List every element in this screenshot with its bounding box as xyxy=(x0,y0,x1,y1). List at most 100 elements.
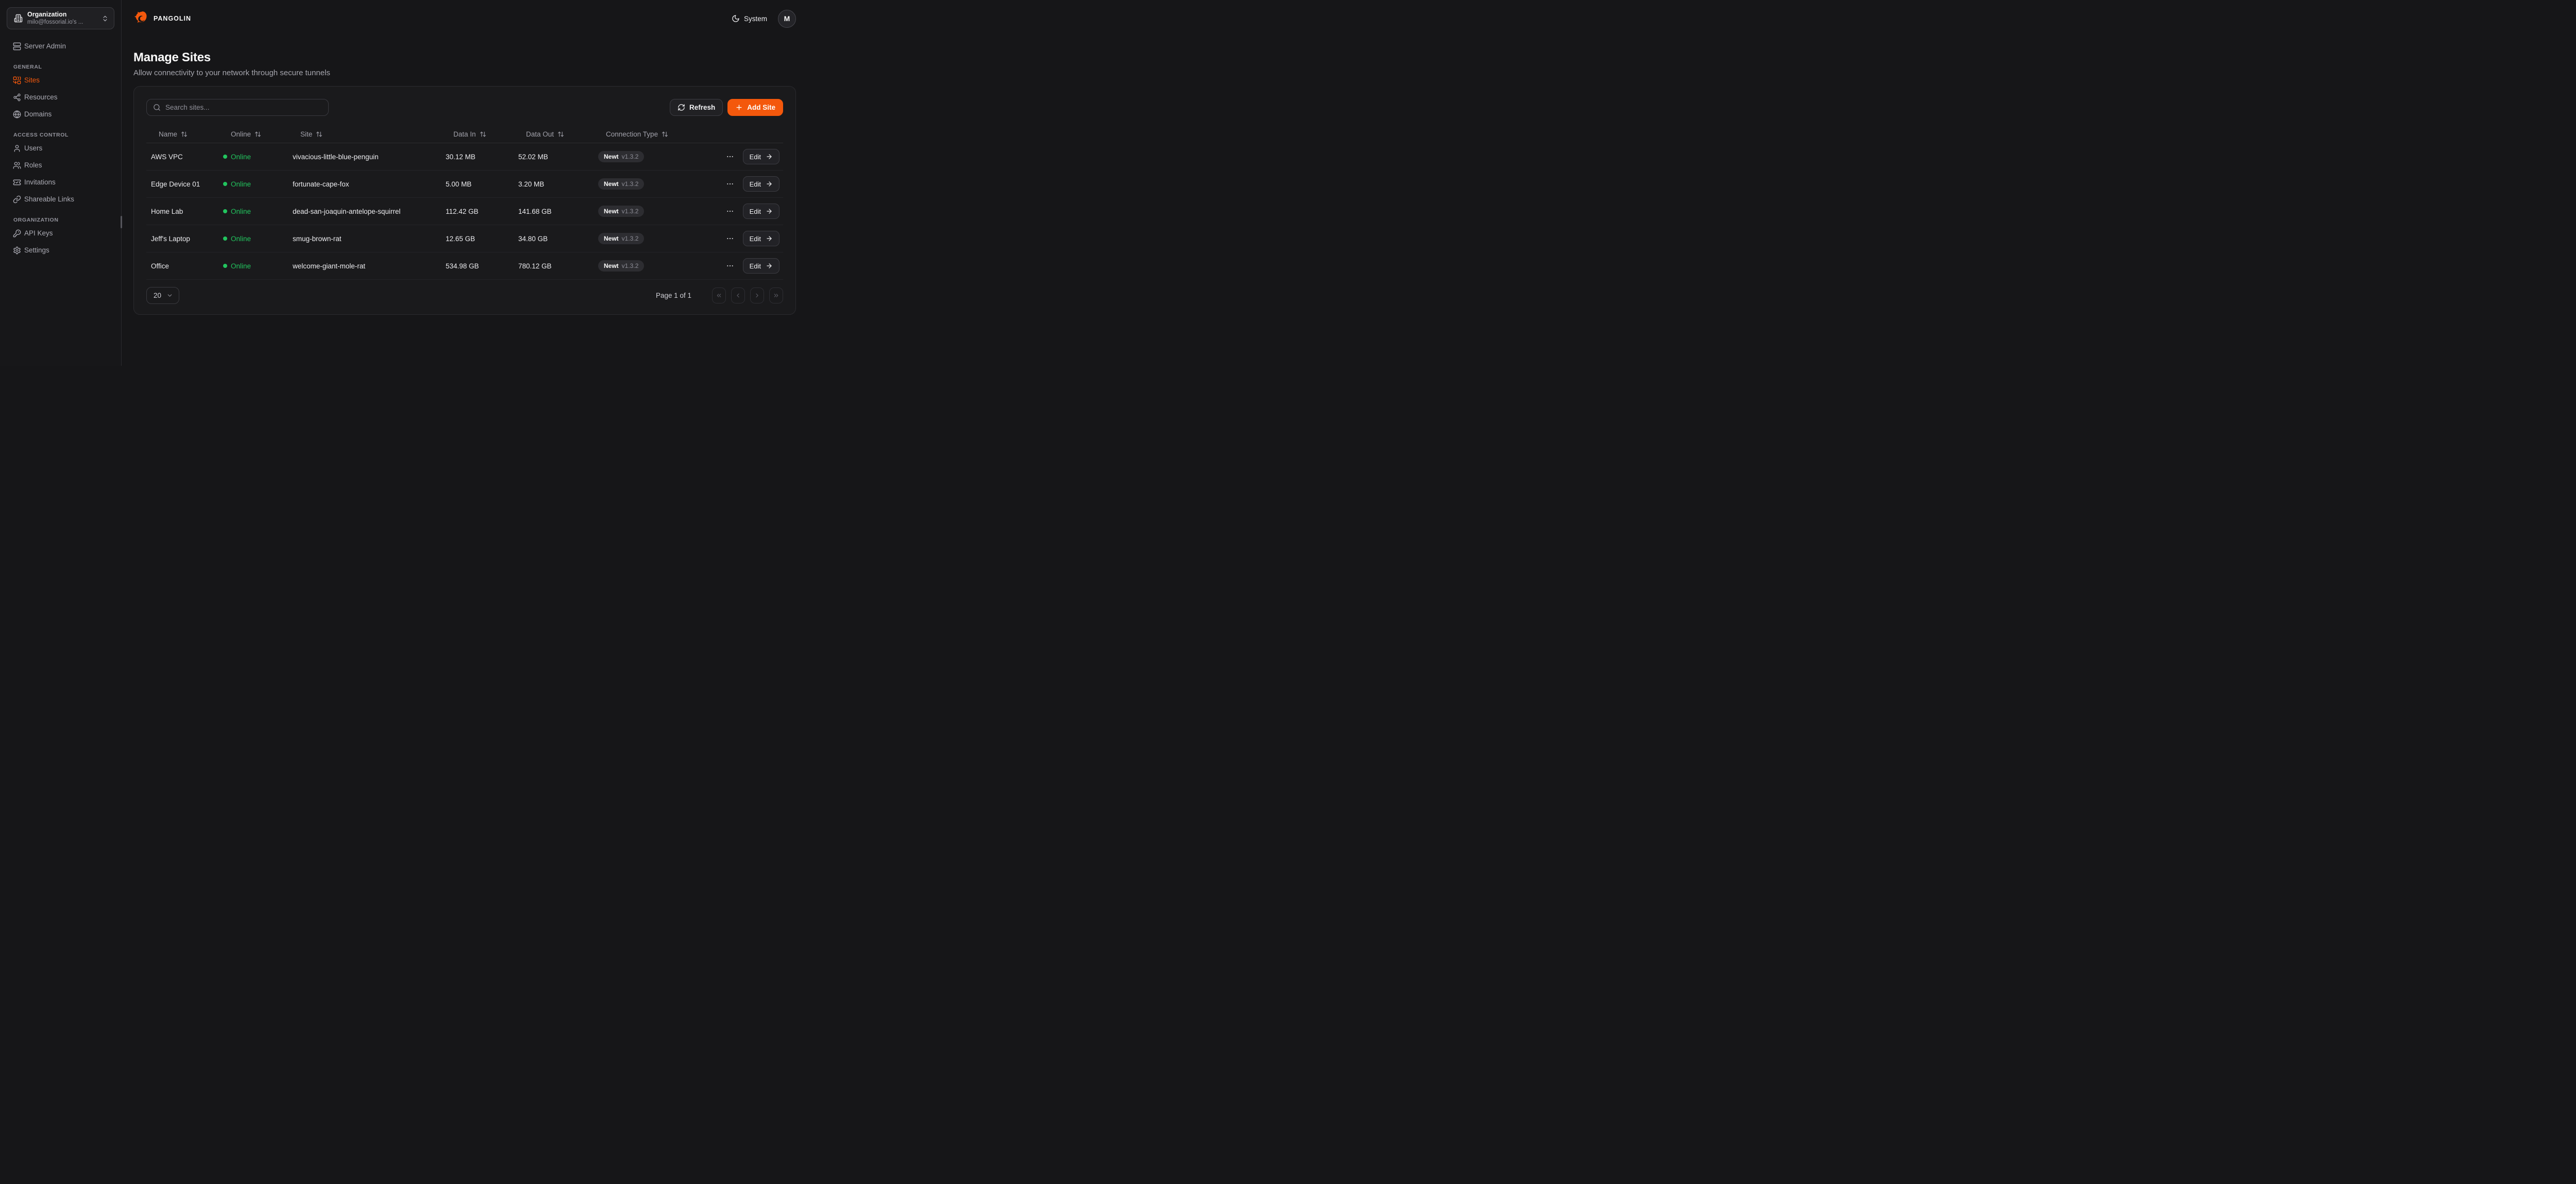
sidebar-item-resources[interactable]: Resources xyxy=(7,89,114,106)
user-avatar[interactable]: M xyxy=(778,10,796,28)
connection-type-badge: Newtv1.3.2 xyxy=(598,151,644,162)
row-menu-button[interactable] xyxy=(725,261,735,271)
next-page-button[interactable] xyxy=(750,287,764,303)
column-header-online[interactable]: Online xyxy=(223,130,261,138)
sidebar-item-label: Invitations xyxy=(24,178,56,186)
arrow-right-icon xyxy=(766,208,773,215)
sidebar-item-api-keys[interactable]: API Keys xyxy=(7,225,114,242)
row-menu-button[interactable] xyxy=(725,206,735,216)
data-in: 534.98 GB xyxy=(446,262,518,270)
sort-icon xyxy=(662,131,668,138)
site-slug: smug-brown-rat xyxy=(293,235,446,243)
add-site-button[interactable]: Add Site xyxy=(727,99,783,116)
page-info: Page 1 of 1 xyxy=(656,292,691,299)
page-subtitle: Allow connectivity to your network throu… xyxy=(133,69,796,77)
sidebar-item-invitations[interactable]: Invitations xyxy=(7,174,114,191)
sidebar-item-label: Resources xyxy=(24,93,58,101)
connection-type-badge: Newtv1.3.2 xyxy=(598,206,644,217)
column-header-data-out[interactable]: Data Out xyxy=(518,130,564,138)
search-box xyxy=(146,99,329,116)
globe-icon xyxy=(13,110,21,119)
sidebar-item-domains[interactable]: Domains xyxy=(7,106,114,123)
chevron-down-icon xyxy=(166,292,173,299)
data-out: 141.68 GB xyxy=(518,208,598,215)
column-header-name[interactable]: Name xyxy=(151,130,188,138)
column-header-site[interactable]: Site xyxy=(293,130,323,138)
online-dot-icon xyxy=(223,264,227,268)
org-switcher-label: Organization xyxy=(27,11,97,19)
edit-button[interactable]: Edit xyxy=(743,231,779,246)
sort-icon xyxy=(316,131,323,138)
site-slug: welcome-giant-mole-rat xyxy=(293,262,446,270)
edit-button[interactable]: Edit xyxy=(743,204,779,219)
combine-icon xyxy=(13,76,21,84)
sidebar-resize-handle[interactable] xyxy=(121,216,122,228)
row-menu-button[interactable] xyxy=(725,151,735,162)
row-menu-button[interactable] xyxy=(725,179,735,189)
ellipsis-icon xyxy=(726,180,734,188)
row-menu-button[interactable] xyxy=(725,233,735,244)
sidebar-section-access-control: ACCESS CONTROL xyxy=(7,132,114,138)
app-root: Organization milo@fossorial.io's ... Ser… xyxy=(0,0,808,366)
column-header-connection-type[interactable]: Connection Type xyxy=(598,130,668,138)
search-input[interactable] xyxy=(165,104,322,111)
pangolin-logo-icon xyxy=(133,11,149,27)
org-switcher[interactable]: Organization milo@fossorial.io's ... xyxy=(7,7,114,29)
site-name: Edge Device 01 xyxy=(151,180,223,188)
sidebar-item-label: Users xyxy=(24,144,42,152)
sidebar-section-organization: ORGANIZATION xyxy=(7,217,114,223)
edit-button[interactable]: Edit xyxy=(743,176,779,192)
sidebar-item-shareable-links[interactable]: Shareable Links xyxy=(7,191,114,208)
prev-page-button[interactable] xyxy=(731,287,745,303)
link-icon xyxy=(13,195,21,204)
sidebar-item-settings[interactable]: Settings xyxy=(7,242,114,259)
sidebar-item-server-admin[interactable]: Server Admin xyxy=(7,38,114,55)
site-slug: fortunate-cape-fox xyxy=(293,180,446,188)
page-size-select[interactable]: 20 xyxy=(146,287,179,304)
column-header-data-in[interactable]: Data In xyxy=(446,130,486,138)
page-head: Manage Sites Allow connectivity to your … xyxy=(122,37,808,77)
chevrons-left-icon xyxy=(716,292,722,299)
first-page-button[interactable] xyxy=(712,287,726,303)
connection-type-badge: Newtv1.3.2 xyxy=(598,178,644,190)
last-page-button[interactable] xyxy=(769,287,783,303)
sidebar-item-label: Settings xyxy=(24,246,49,254)
edit-button[interactable]: Edit xyxy=(743,258,779,274)
brand: PANGOLIN xyxy=(133,11,191,27)
sidebar-item-roles[interactable]: Roles xyxy=(7,157,114,174)
online-dot-icon xyxy=(223,182,227,186)
org-switcher-value: milo@fossorial.io's ... xyxy=(27,19,97,26)
site-slug: dead-san-joaquin-antelope-squirrel xyxy=(293,208,446,215)
table-row: Edge Device 01 Online fortunate-cape-fox… xyxy=(146,171,783,198)
theme-toggle-button[interactable]: System xyxy=(732,14,767,23)
brand-name: PANGOLIN xyxy=(154,15,191,22)
connection-type-badge: Newtv1.3.2 xyxy=(598,260,644,272)
sidebar-item-sites[interactable]: Sites xyxy=(7,72,114,89)
site-name: Jeff's Laptop xyxy=(151,235,223,243)
chevrons-up-down-icon xyxy=(101,15,109,22)
status-badge: Online xyxy=(223,262,251,270)
main-area: PANGOLIN System M Manage Sites Allow con… xyxy=(122,0,808,366)
online-dot-icon xyxy=(223,209,227,213)
arrow-right-icon xyxy=(766,153,773,160)
data-in: 30.12 MB xyxy=(446,153,518,161)
sort-icon xyxy=(480,131,486,138)
building-icon xyxy=(14,14,23,23)
data-in: 12.65 GB xyxy=(446,235,518,243)
sort-icon xyxy=(557,131,564,138)
sidebar-item-users[interactable]: Users xyxy=(7,140,114,157)
users-icon xyxy=(13,161,21,170)
site-name: AWS VPC xyxy=(151,153,223,161)
table-row: Home Lab Online dead-san-joaquin-antelop… xyxy=(146,198,783,225)
ellipsis-icon xyxy=(726,207,734,215)
share-icon xyxy=(13,93,21,102)
page-title: Manage Sites xyxy=(133,50,796,65)
add-site-label: Add Site xyxy=(747,104,775,111)
arrow-right-icon xyxy=(766,180,773,188)
sidebar-nav: Server Admin GENERAL Sites Resources Dom… xyxy=(7,38,114,259)
edit-button[interactable]: Edit xyxy=(743,149,779,164)
table-row: Jeff's Laptop Online smug-brown-rat 12.6… xyxy=(146,225,783,252)
online-dot-icon xyxy=(223,155,227,159)
refresh-button[interactable]: Refresh xyxy=(670,99,723,116)
sidebar-section-general: GENERAL xyxy=(7,64,114,70)
